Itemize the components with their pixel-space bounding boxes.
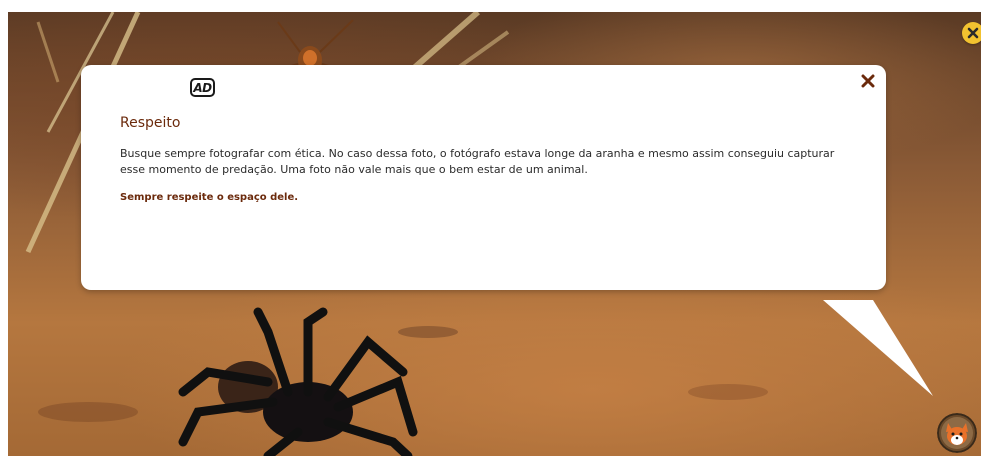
- close-icon: [861, 74, 875, 88]
- big-spider: [178, 307, 418, 456]
- close-icon: [967, 27, 979, 39]
- dialog-title: Respeito: [120, 115, 181, 131]
- respect-message: Sempre respeite o espaço dele.: [120, 192, 299, 203]
- dialog-close-button[interactable]: [858, 71, 878, 91]
- mascot-avatar-button[interactable]: [937, 413, 977, 453]
- ad-badge: AD: [190, 78, 215, 97]
- dialog-body-text: Busque sempre fotografar com ética. No c…: [120, 147, 835, 176]
- fox-mascot-icon: [937, 413, 977, 453]
- info-dialog: AD Respeito Busque sempre fotografar com…: [81, 65, 886, 290]
- bubble-tail: [823, 300, 933, 396]
- corner-close-button[interactable]: [962, 22, 981, 44]
